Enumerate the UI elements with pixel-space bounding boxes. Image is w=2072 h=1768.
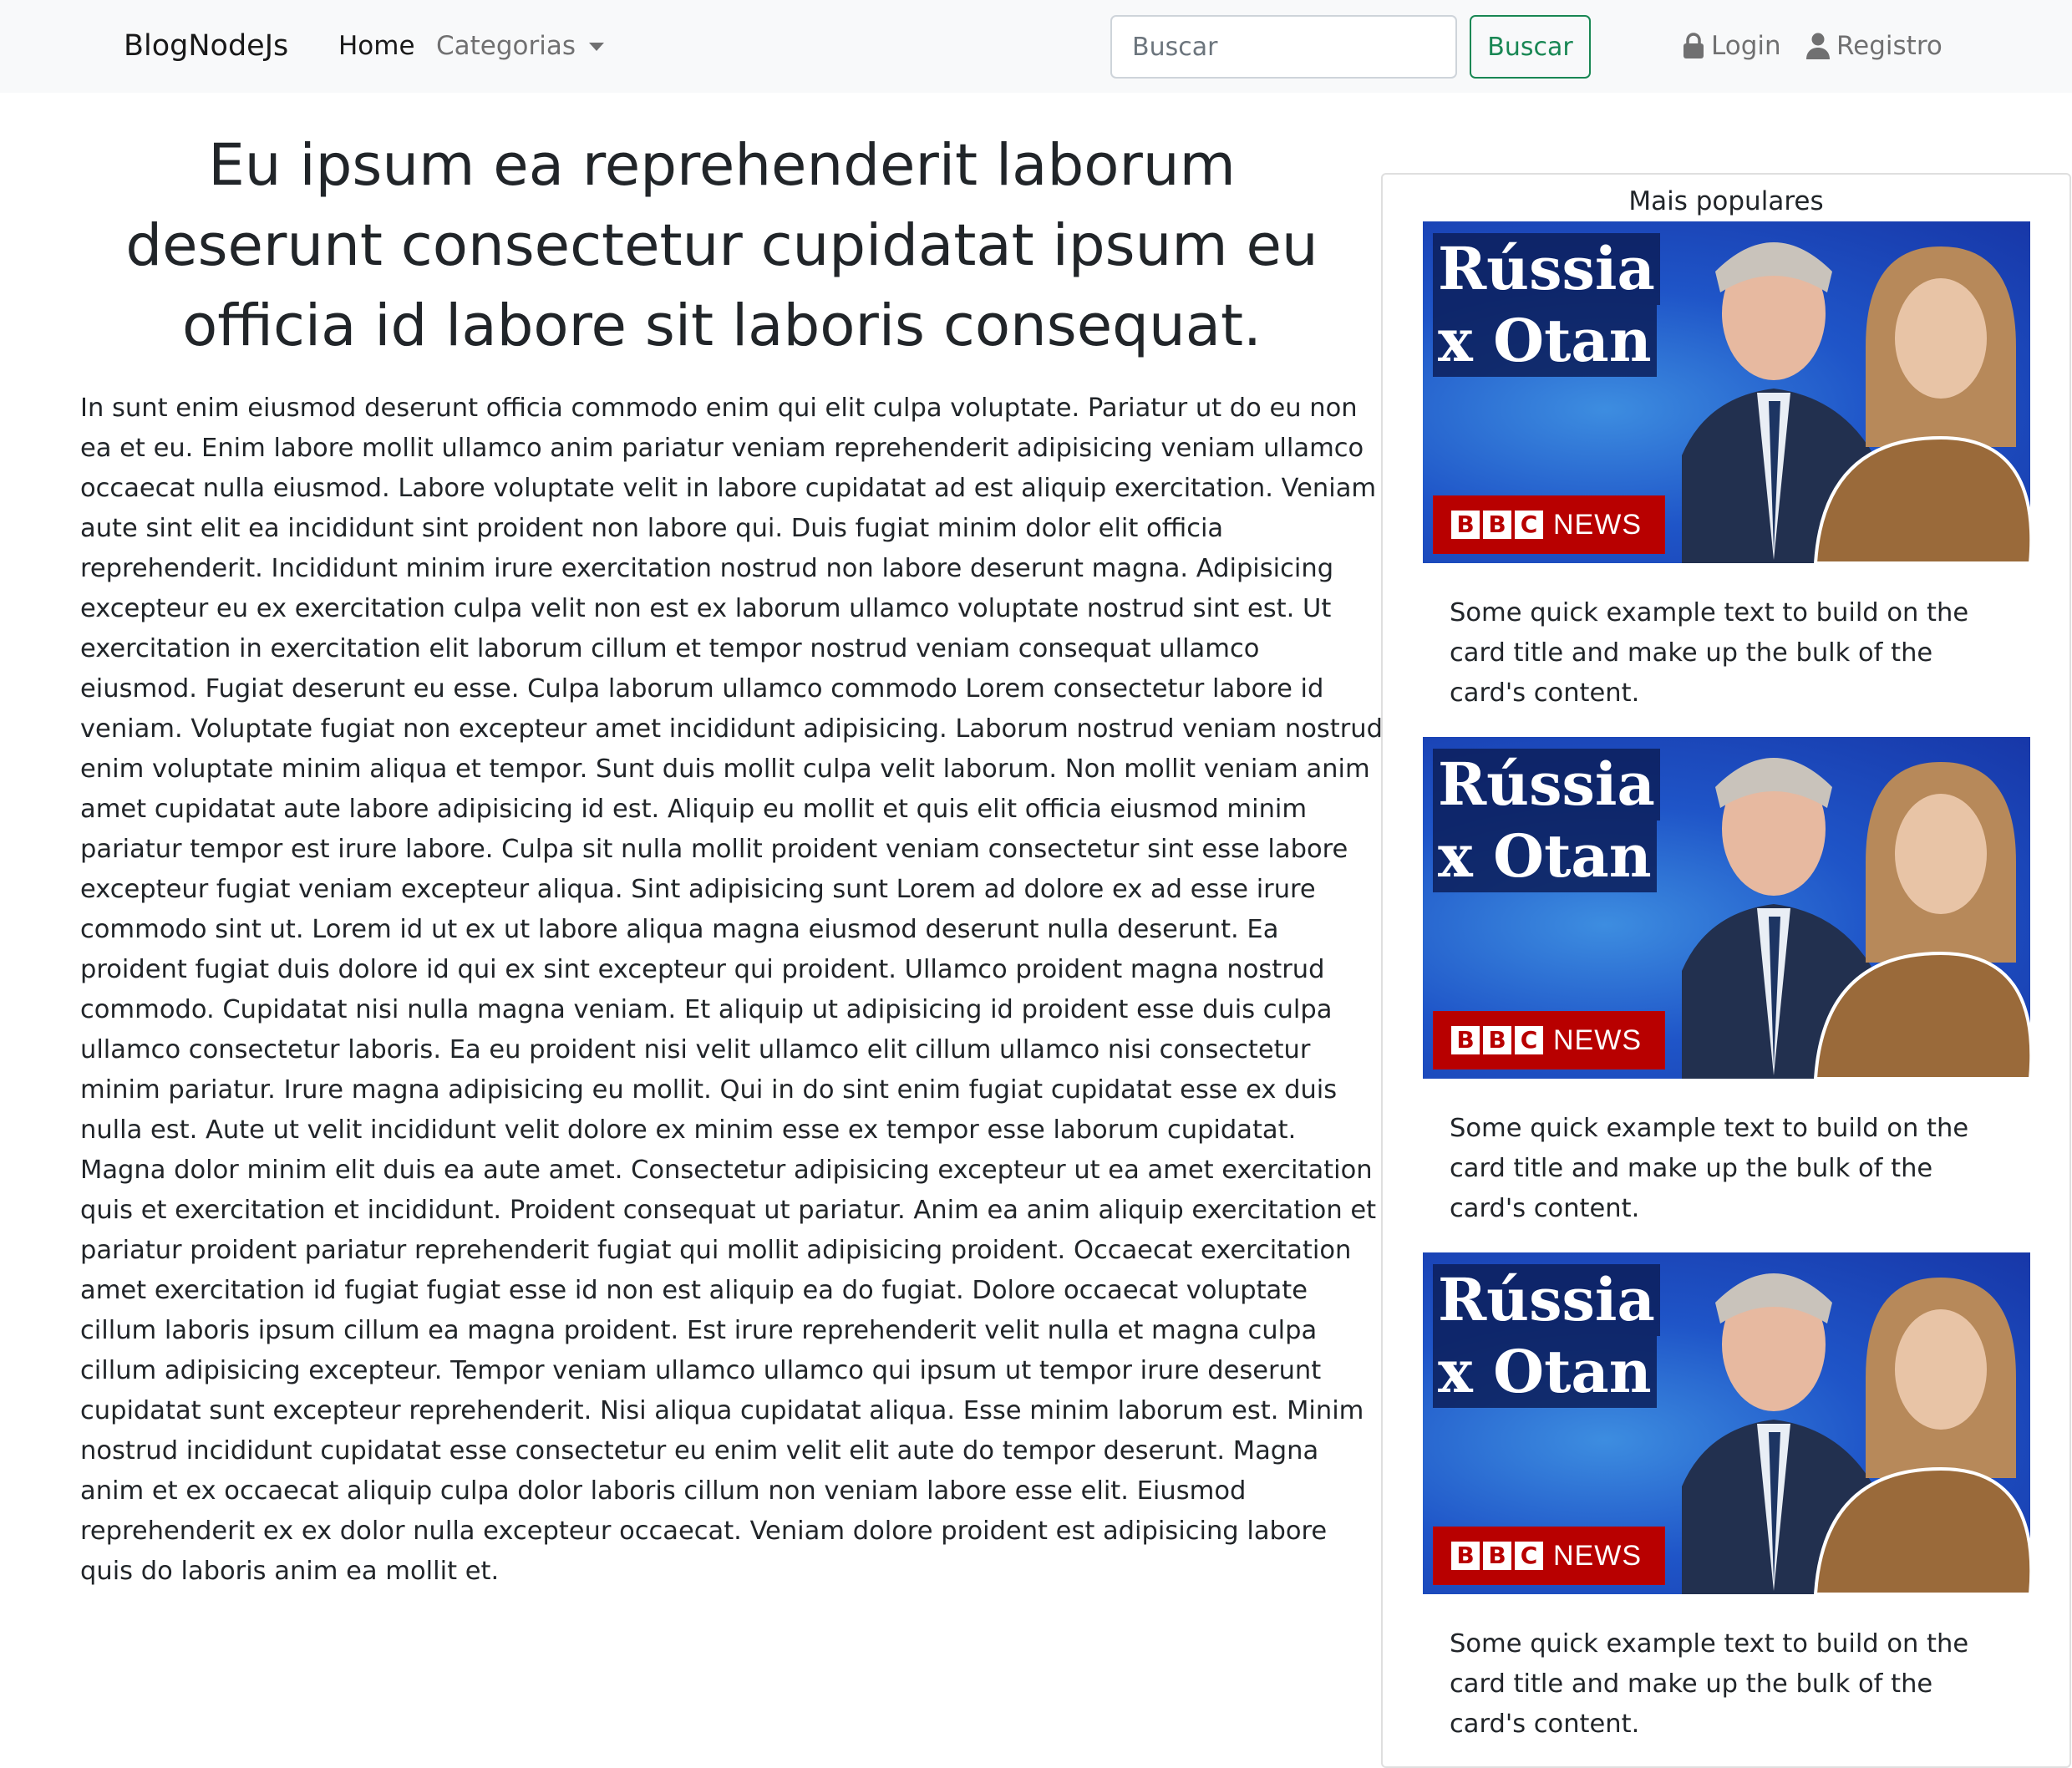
thumb-headline-line1: Rússia <box>1433 749 1660 820</box>
card-text: Some quick example text to build on the … <box>1450 598 1969 708</box>
bbc-logo-boxes: BBC <box>1451 1542 1543 1570</box>
thumb-headline: Rússia x Otan <box>1433 1264 1663 1408</box>
bbc-box-b2: B <box>1483 1026 1511 1054</box>
bbc-news-logo: BBC NEWS <box>1433 1011 1665 1069</box>
bbc-box-b1: B <box>1451 511 1480 539</box>
card-thumbnail[interactable]: Rússia x Otan BBC NEWS <box>1423 221 2030 563</box>
article-title: Eu ipsum ea reprehenderit laborum deseru… <box>125 132 1318 359</box>
bbc-box-c: C <box>1515 1026 1543 1054</box>
nav-home-link[interactable]: Home <box>338 25 415 67</box>
bbc-box-c: C <box>1515 511 1543 539</box>
bbc-logo-boxes: BBC <box>1451 1026 1543 1054</box>
sidebar-title: Mais populares <box>1628 186 1824 216</box>
bbc-box-b2: B <box>1483 1542 1511 1570</box>
bbc-logo-boxes: BBC <box>1451 511 1543 539</box>
thumb-headline-line1: Rússia <box>1433 1264 1660 1336</box>
bbc-news-logo: BBC NEWS <box>1433 495 1665 554</box>
bbc-box-b1: B <box>1451 1542 1480 1570</box>
card-text: Some quick example text to build on the … <box>1450 1114 1969 1223</box>
search-button[interactable]: Buscar <box>1470 15 1591 79</box>
card-thumbnail[interactable]: Rússia x Otan BBC NEWS <box>1423 737 2030 1079</box>
card-thumbnail[interactable]: Rússia x Otan BBC NEWS <box>1423 1252 2030 1594</box>
thumb-news-label: NEWS <box>1553 1539 1642 1572</box>
nav-categorias-dropdown[interactable]: Categorias <box>436 25 605 67</box>
user-icon <box>1806 33 1830 59</box>
thumb-headline-line2: x Otan <box>1433 1336 1657 1408</box>
bbc-box-b2: B <box>1483 511 1511 539</box>
thumb-news-label: NEWS <box>1553 1024 1642 1056</box>
thumb-headline: Rússia x Otan <box>1433 233 1663 377</box>
brand-link[interactable]: BlogNodeJs <box>124 25 288 67</box>
popular-card[interactable]: Rússia x Otan BBC NEWS Some quick exampl… <box>1423 737 2030 1229</box>
thumb-headline-line2: x Otan <box>1433 820 1657 892</box>
thumb-headline-line1: Rússia <box>1433 233 1660 305</box>
nav-login-label: Login <box>1711 31 1781 61</box>
search-input[interactable] <box>1110 15 1457 79</box>
card-text: Some quick example text to build on the … <box>1450 1629 1969 1739</box>
bbc-box-b1: B <box>1451 1026 1480 1054</box>
nav-registro-link[interactable]: Registro <box>1806 25 1942 67</box>
popular-card[interactable]: Rússia x Otan BBC NEWS Some quick exampl… <box>1423 221 2030 714</box>
nav-registro-label: Registro <box>1836 31 1942 61</box>
thumb-headline: Rússia x Otan <box>1433 749 1663 892</box>
article-body: In sunt enim eiusmod deserunt officia co… <box>80 394 1383 1586</box>
navbar: BlogNodeJs Home Categorias Buscar Login … <box>0 0 2072 93</box>
bbc-box-c: C <box>1515 1542 1543 1570</box>
thumb-news-label: NEWS <box>1553 508 1642 541</box>
presenter-silhouette-image <box>1813 246 2030 563</box>
presenter-silhouette-image <box>1813 1278 2030 1594</box>
bbc-news-logo: BBC NEWS <box>1433 1527 1665 1585</box>
thumb-headline-line2: x Otan <box>1433 305 1657 377</box>
nav-login-link[interactable]: Login <box>1683 25 1781 67</box>
popular-card[interactable]: Rússia x Otan BBC NEWS Some quick exampl… <box>1423 1252 2030 1745</box>
popular-sidebar: Mais populares Rússia x Otan BBC NEWS So… <box>1381 173 2071 1768</box>
caret-down-icon <box>589 43 605 51</box>
presenter-silhouette-image <box>1813 762 2030 1079</box>
lock-icon <box>1683 33 1704 59</box>
nav-categorias-label: Categorias <box>436 31 576 61</box>
